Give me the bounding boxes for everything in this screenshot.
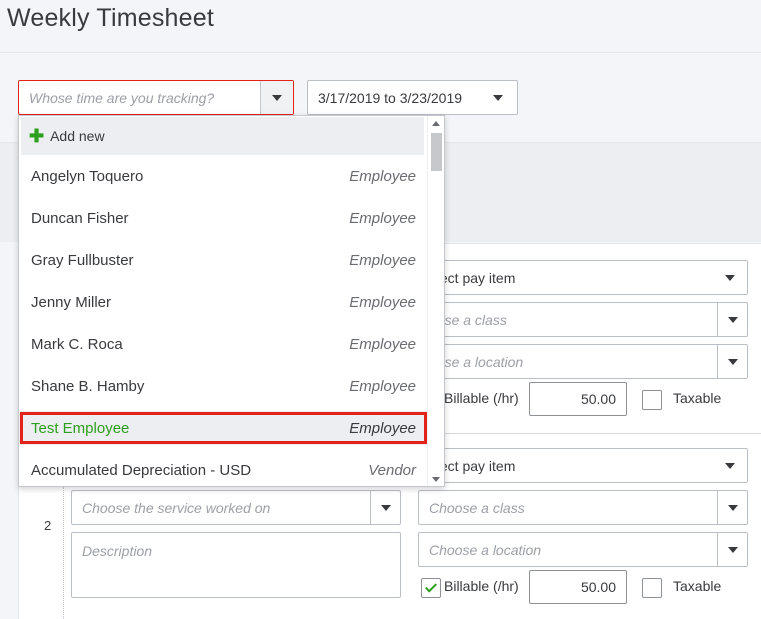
chevron-down-icon: [727, 546, 738, 553]
checkmark-icon: [424, 580, 438, 593]
chevron-down-icon: [727, 316, 738, 323]
dropdown-option[interactable]: Mark C. Roca Employee: [19, 323, 428, 365]
billable-label-2: Billable (/hr): [444, 578, 519, 594]
option-type: Employee: [349, 419, 416, 437]
pay-item-select-1[interactable]: elect pay item: [418, 260, 748, 295]
header-divider: [0, 52, 761, 53]
location-dropdown-button-2[interactable]: [717, 533, 747, 566]
billable-checkbox-2[interactable]: [421, 578, 441, 598]
taxable-label-2: Taxable: [673, 578, 722, 594]
chevron-down-icon: [727, 358, 738, 365]
scrollbar-thumb[interactable]: [431, 133, 442, 171]
option-name: Duncan Fisher: [31, 209, 129, 227]
location-select-1[interactable]: oose a location: [418, 344, 748, 379]
scroll-up-icon[interactable]: [432, 121, 440, 126]
option-type: Employee: [349, 251, 416, 269]
chevron-down-icon: [272, 94, 282, 101]
billable-rate-input-1[interactable]: 50.00: [529, 382, 627, 416]
name-dropdown-list: ✚ Add new Angelyn Toquero Employee Dunca…: [18, 115, 445, 487]
taxable-label-1: Taxable: [673, 390, 722, 406]
billable-rate-input-2[interactable]: 50.00: [529, 570, 627, 604]
taxable-checkbox-1[interactable]: [642, 390, 662, 410]
service-select-2[interactable]: Choose the service worked on: [71, 490, 401, 525]
taxable-checkbox-2[interactable]: [642, 578, 662, 598]
date-range-select[interactable]: 3/17/2019 to 3/23/2019: [307, 80, 518, 115]
option-name: Accumulated Depreciation - USD: [31, 461, 252, 479]
chevron-down-icon: [725, 462, 735, 469]
class-select-2[interactable]: Choose a class: [418, 490, 748, 525]
dropdown-scrollbar[interactable]: [427, 116, 444, 486]
name-select[interactable]: Whose time are you tracking?: [18, 80, 294, 115]
class-dropdown-button-1[interactable]: [717, 303, 747, 336]
option-name: Shane B. Hamby: [31, 377, 145, 395]
name-select-placeholder: Whose time are you tracking?: [29, 89, 215, 106]
add-new-option[interactable]: ✚ Add new: [21, 117, 424, 155]
dropdown-option[interactable]: Shane B. Hamby Employee: [19, 365, 428, 407]
option-name: Gray Fullbuster: [31, 251, 134, 269]
dropdown-option[interactable]: Accumulated Depreciation - USD Vendor: [19, 449, 428, 486]
dropdown-option[interactable]: Jenny Miller Employee: [19, 281, 428, 323]
service-placeholder-2: Choose the service worked on: [82, 499, 271, 516]
date-range-value: 3/17/2019 to 3/23/2019: [318, 89, 463, 106]
scroll-down-icon[interactable]: [432, 477, 440, 482]
pay-item-value-1: elect pay item: [429, 269, 516, 286]
option-name: Jenny Miller: [31, 293, 112, 311]
class-placeholder-2: Choose a class: [429, 499, 525, 516]
add-new-label: Add new: [50, 128, 105, 144]
name-dropdown-button[interactable]: [260, 81, 293, 114]
pay-item-select-2[interactable]: elect pay item: [418, 448, 748, 483]
option-type: Employee: [349, 377, 416, 395]
chevron-down-icon: [725, 274, 735, 281]
location-placeholder-1: oose a location: [429, 353, 524, 370]
option-name: Mark C. Roca: [31, 335, 123, 353]
billable-label-1: Billable (/hr): [444, 390, 519, 406]
row-number: 2: [44, 518, 52, 533]
option-name: Angelyn Toquero: [31, 167, 144, 185]
description-placeholder-2: Description: [82, 543, 153, 559]
option-type: Employee: [349, 209, 416, 227]
option-type: Employee: [349, 167, 416, 185]
option-type: Employee: [349, 293, 416, 311]
dropdown-option[interactable]: Duncan Fisher Employee: [19, 197, 428, 239]
description-textarea-2[interactable]: Description: [71, 532, 401, 598]
dropdown-option[interactable]: Angelyn Toquero Employee: [19, 155, 428, 197]
service-dropdown-button-2[interactable]: [370, 491, 400, 524]
row-guide: [63, 487, 64, 619]
location-dropdown-button-1[interactable]: [717, 345, 747, 378]
chevron-down-icon: [380, 504, 391, 511]
plus-icon: ✚: [29, 126, 45, 146]
location-select-2[interactable]: Choose a location: [418, 532, 748, 567]
dropdown-option[interactable]: Gray Fullbuster Employee: [19, 239, 428, 281]
location-placeholder-2: Choose a location: [429, 541, 542, 558]
chevron-down-icon: [493, 94, 503, 101]
pay-item-value-2: elect pay item: [429, 457, 516, 474]
option-name: Test Employee: [31, 419, 130, 437]
dropdown-option-highlighted[interactable]: Test Employee Employee: [19, 411, 428, 445]
chevron-down-icon: [727, 504, 738, 511]
row-separator: [418, 433, 761, 434]
option-type: Employee: [349, 335, 416, 353]
option-type: Vendor: [368, 461, 416, 479]
class-dropdown-button-2[interactable]: [717, 491, 747, 524]
class-select-1[interactable]: oose a class: [418, 302, 748, 337]
page-title: Weekly Timesheet: [7, 4, 214, 32]
class-placeholder-1: oose a class: [429, 311, 507, 328]
